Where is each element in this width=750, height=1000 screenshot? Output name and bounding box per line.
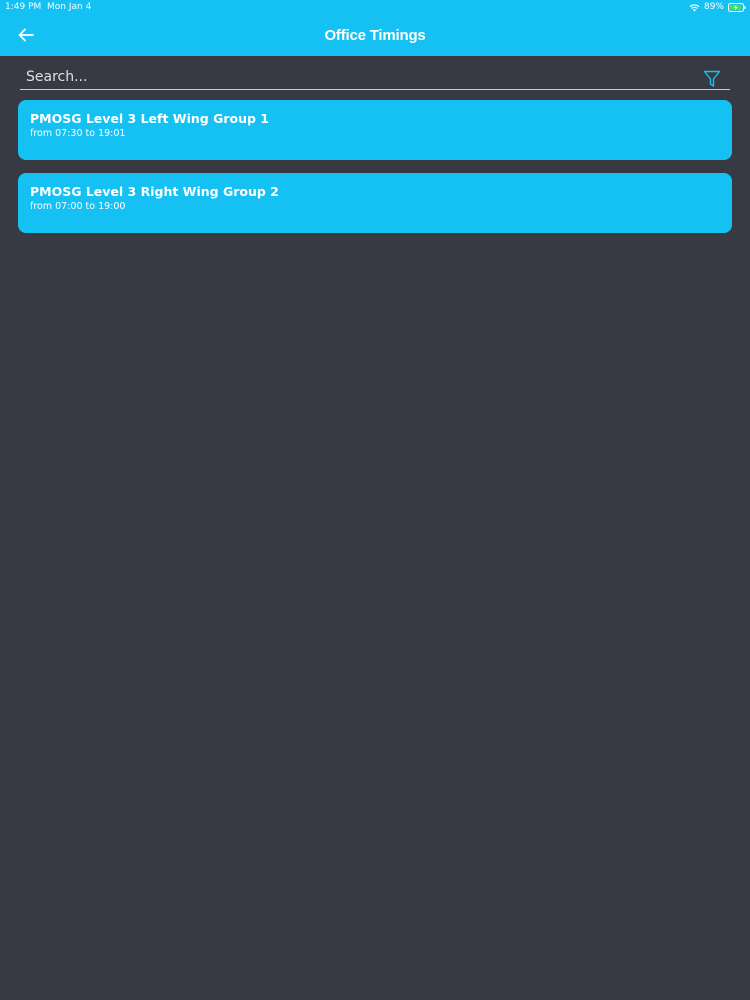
wifi-icon (689, 3, 700, 11)
status-time: 1:49 PM (5, 2, 42, 12)
search-input[interactable] (26, 67, 686, 87)
timing-schedule: from 07:30 to 19:01 (30, 128, 126, 139)
page-title: Office Timings (324, 27, 426, 44)
timing-name: PMOSG Level 3 Left Wing Group 1 (30, 111, 269, 126)
search-bar (20, 67, 730, 90)
filter-icon[interactable] (703, 70, 721, 88)
status-bar: 1:49 PM Mon Jan 4 89% (0, 0, 750, 16)
timing-name: PMOSG Level 3 Right Wing Group 2 (30, 184, 279, 199)
status-date: Mon Jan 4 (47, 2, 92, 12)
app-header: 1:49 PM Mon Jan 4 89% Office Timings (0, 0, 750, 56)
timing-schedule: from 07:00 to 19:00 (30, 201, 126, 212)
battery-charging-icon (728, 2, 746, 12)
list-item[interactable]: PMOSG Level 3 Left Wing Group 1 from 07:… (18, 100, 732, 160)
list-item[interactable]: PMOSG Level 3 Right Wing Group 2 from 07… (18, 173, 732, 233)
status-indicators: 89% (689, 2, 746, 12)
battery-percent: 89% (703, 2, 724, 12)
